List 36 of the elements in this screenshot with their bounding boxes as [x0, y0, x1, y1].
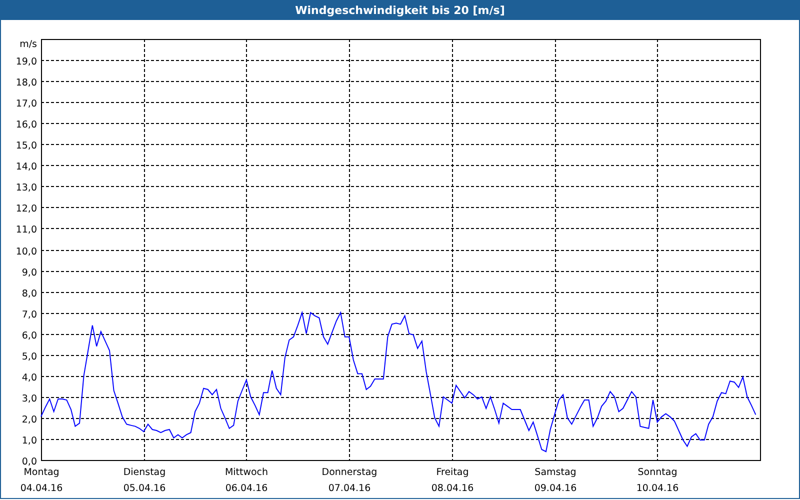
y-axis-tick-label: 11,0	[16, 224, 37, 236]
x-axis-tick-label: Sonntag	[638, 467, 678, 478]
y-axis-tick-label: 3,0	[22, 394, 37, 404]
y-axis-tick-label: 7,0	[22, 310, 37, 320]
x-axis-date-label: 04.04.16	[20, 483, 63, 494]
y-axis-tick-label: 17,0	[16, 98, 37, 110]
y-axis-tick-label: 1,0	[22, 436, 37, 446]
y-axis-tick-label: 10,0	[16, 246, 37, 258]
x-axis-tick-label: Montag	[24, 467, 60, 478]
y-axis-tick-label: 15,0	[16, 140, 37, 152]
x-axis-tick-label: Samstag	[534, 467, 576, 478]
x-axis-tick-label: Dienstag	[123, 467, 166, 478]
y-axis-tick-label: 19,0	[16, 56, 37, 68]
y-axis-tick-label: 5,0	[22, 352, 37, 362]
y-axis-tick-label: 0,0	[22, 456, 37, 468]
window-title: Windgeschwindigkeit bis 20 [m/s]	[295, 4, 505, 16]
x-axis-date-label: 09.04.16	[534, 483, 577, 494]
x-axis-date-label: 07.04.16	[328, 483, 371, 494]
y-axis-tick-label: 6,0	[22, 330, 37, 342]
x-axis-date-label: 08.04.16	[431, 483, 474, 494]
y-axis-tick-label: 14,0	[16, 162, 37, 172]
x-axis-date-label: 06.04.16	[225, 483, 268, 494]
y-axis-tick-label: 13,0	[16, 182, 37, 194]
x-axis-date-label: 05.04.16	[123, 483, 166, 494]
y-axis-unit-label: m/s	[20, 39, 37, 50]
x-axis-date-label: 10.04.16	[636, 483, 679, 494]
x-axis-tick-label: Mittwoch	[224, 467, 268, 478]
y-axis-tick-label: 18,0	[16, 78, 37, 88]
x-axis-tick-label: Donnerstag	[322, 467, 378, 478]
y-axis-tick-label: 2,0	[22, 414, 37, 426]
y-axis-tick-label: 9,0	[22, 268, 37, 278]
x-axis-tick-label: Freitag	[436, 467, 469, 478]
y-axis-tick-label: 16,0	[16, 120, 37, 130]
y-axis-tick-label: 4,0	[22, 372, 37, 384]
y-axis-tick-label: 12,0	[16, 204, 37, 214]
y-axis-tick-label: 8,0	[22, 288, 37, 300]
